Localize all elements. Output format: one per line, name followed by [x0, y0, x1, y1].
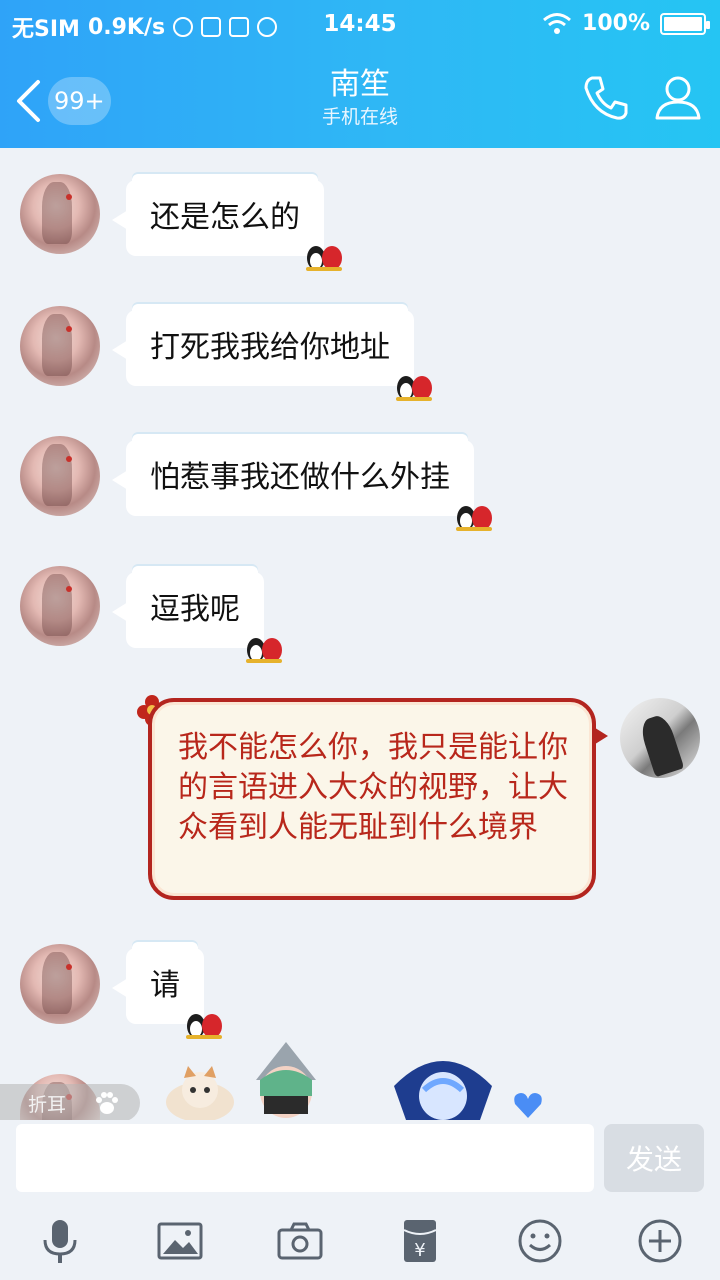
message-input[interactable] — [16, 1124, 594, 1192]
message-bubble[interactable]: 打死我我给你地址 — [112, 304, 432, 401]
penguin-sticker-icon — [456, 506, 492, 531]
back-button[interactable]: 99+ — [14, 76, 114, 126]
status-bar: 无SIM 0.9K/s 14:45 100% — [0, 0, 720, 50]
more-button[interactable] — [630, 1212, 690, 1270]
svg-text:¥: ¥ — [414, 1240, 425, 1261]
person-icon — [655, 76, 701, 120]
mic-icon — [43, 1220, 77, 1263]
contact-avatar[interactable] — [20, 306, 100, 386]
my-avatar[interactable] — [620, 698, 700, 778]
input-area: 发送 ¥ — [0, 1120, 720, 1280]
penguin-sticker-icon — [306, 246, 342, 271]
red-packet-icon: ¥ — [403, 1220, 437, 1262]
self-message-bubble[interactable]: 我不能怎么你，我只是能让你的言语进入大众的视野，让大众看到人能无耻到什么境界 — [148, 698, 608, 900]
camera-icon — [277, 1222, 323, 1260]
voice-button[interactable] — [30, 1212, 90, 1270]
message-text: 还是怎么的 — [150, 200, 300, 235]
emoji-button[interactable] — [510, 1212, 570, 1270]
red-packet-button[interactable]: ¥ — [390, 1212, 450, 1270]
battery-level — [664, 16, 702, 31]
phone-icon — [584, 76, 628, 120]
input-toolbar: ¥ — [0, 1212, 720, 1270]
message-bubble[interactable]: 还是怎么的 — [112, 174, 342, 271]
unread-badge: 99+ — [48, 77, 111, 125]
paw-icon — [96, 1092, 119, 1114]
emoji-icon — [518, 1219, 562, 1263]
penguin-sticker-icon — [396, 376, 432, 401]
call-button[interactable] — [580, 72, 632, 124]
message-text: 逗我呢 — [150, 592, 240, 627]
cat-sticker-icon — [166, 1066, 234, 1120]
image-icon — [157, 1222, 203, 1260]
penguin-sticker-icon — [246, 638, 282, 663]
penguin-sticker-icon — [186, 1014, 222, 1039]
contact-avatar[interactable] — [20, 174, 100, 254]
battery-icon — [660, 12, 710, 35]
message-text: 打死我我给你地址 — [150, 330, 390, 365]
message-text: 怕惹事我还做什么外挂 — [150, 460, 450, 495]
wizard-sticker-icon — [394, 1061, 492, 1120]
message-text: 我不能怎么你，我只是能让你的言语进入大众的视野，让大众看到人能无耻到什么境界 — [178, 730, 568, 845]
battery-percent: 100% — [582, 11, 650, 36]
collapse-tag[interactable]: 折耳 — [0, 1084, 140, 1122]
anime-sticker-icon — [256, 1042, 316, 1118]
contact-name: 南笙 — [330, 67, 390, 102]
camera-button[interactable] — [270, 1212, 330, 1270]
online-status: 手机在线 — [321, 106, 398, 128]
chat-title-area[interactable]: 南笙 手机在线 — [200, 66, 520, 130]
message-bubble[interactable]: 怕惹事我还做什么外挂 — [112, 434, 492, 531]
message-bubble[interactable]: 请 — [112, 942, 222, 1039]
contact-avatar[interactable] — [20, 944, 100, 1024]
profile-button[interactable] — [652, 72, 704, 124]
contact-avatar[interactable] — [20, 436, 100, 516]
send-button[interactable]: 发送 — [604, 1124, 704, 1192]
message-bubble[interactable]: 逗我呢 — [112, 566, 282, 663]
plus-icon — [638, 1219, 682, 1263]
chevron-left-icon — [17, 80, 40, 122]
heart-sticker-icon — [514, 1093, 542, 1118]
chat-header: 无SIM 0.9K/s 14:45 100% 99+ 南笙 手机在线 — [0, 0, 720, 148]
wifi-icon — [543, 12, 571, 34]
message-text: 请 — [150, 968, 180, 1003]
contact-avatar[interactable] — [20, 566, 100, 646]
album-button[interactable] — [150, 1212, 210, 1270]
collapse-tag-label: 折耳 — [28, 1093, 67, 1116]
